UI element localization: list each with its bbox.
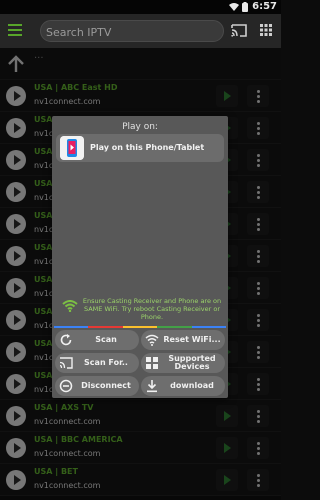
supported-devices-label: Supported Devices — [168, 354, 216, 371]
scan-button[interactable]: Scan — [55, 330, 139, 350]
scan-for-label: Scan For.. — [84, 358, 128, 367]
wifi-status-icon — [229, 3, 239, 11]
device-phone-tablet[interactable]: Play on this Phone/Tablet — [56, 134, 224, 162]
wifi-icon — [145, 334, 159, 346]
menu-icon[interactable] — [8, 23, 24, 37]
color-divider-segment — [191, 326, 227, 328]
device-label: Play on this Phone/Tablet — [90, 143, 205, 152]
disconnect-button[interactable]: Disconnect — [55, 376, 139, 396]
status-bar: 6:57 — [0, 0, 281, 14]
reset-wifi-label: Reset WiFi... — [163, 335, 221, 344]
toolbar — [0, 14, 281, 48]
reset-wifi-button[interactable]: Reset WiFi... — [141, 330, 225, 350]
battery-icon — [242, 2, 248, 12]
disconnect-icon — [59, 379, 73, 393]
grid-icon[interactable] — [260, 24, 272, 36]
wifi-tip-text: Ensure Casting Receiver and Phone are on… — [82, 297, 222, 321]
status-time: 6:57 — [252, 1, 277, 12]
supported-devices-button[interactable]: Supported Devices — [141, 353, 225, 373]
search-box[interactable] — [40, 20, 224, 43]
dialog-title: Play on: — [122, 122, 158, 132]
scan-for-button[interactable]: Scan For.. — [55, 353, 139, 373]
search-input[interactable] — [41, 22, 223, 43]
color-divider-segment — [54, 326, 89, 328]
color-divider-segment — [122, 326, 158, 328]
color-divider-segment — [88, 326, 123, 328]
grid-icon — [146, 357, 158, 369]
download-label: download — [170, 381, 214, 390]
app-screen: 6:57 ... USA | ABC East HD — [0, 0, 281, 500]
download-icon — [147, 380, 157, 393]
cast-icon[interactable] — [231, 24, 247, 37]
color-divider-segment — [157, 326, 192, 328]
cast-dialog: Play on: Play on this Phone/Tablet Ensur… — [52, 116, 228, 398]
download-button[interactable]: download — [141, 376, 225, 396]
disconnect-label: Disconnect — [81, 381, 131, 390]
refresh-icon — [60, 334, 72, 346]
scan-label: Scan — [95, 335, 117, 344]
cast-icon — [59, 357, 73, 369]
wifi-icon — [62, 300, 78, 312]
color-divider — [54, 326, 227, 328]
phone-icon — [60, 136, 84, 160]
